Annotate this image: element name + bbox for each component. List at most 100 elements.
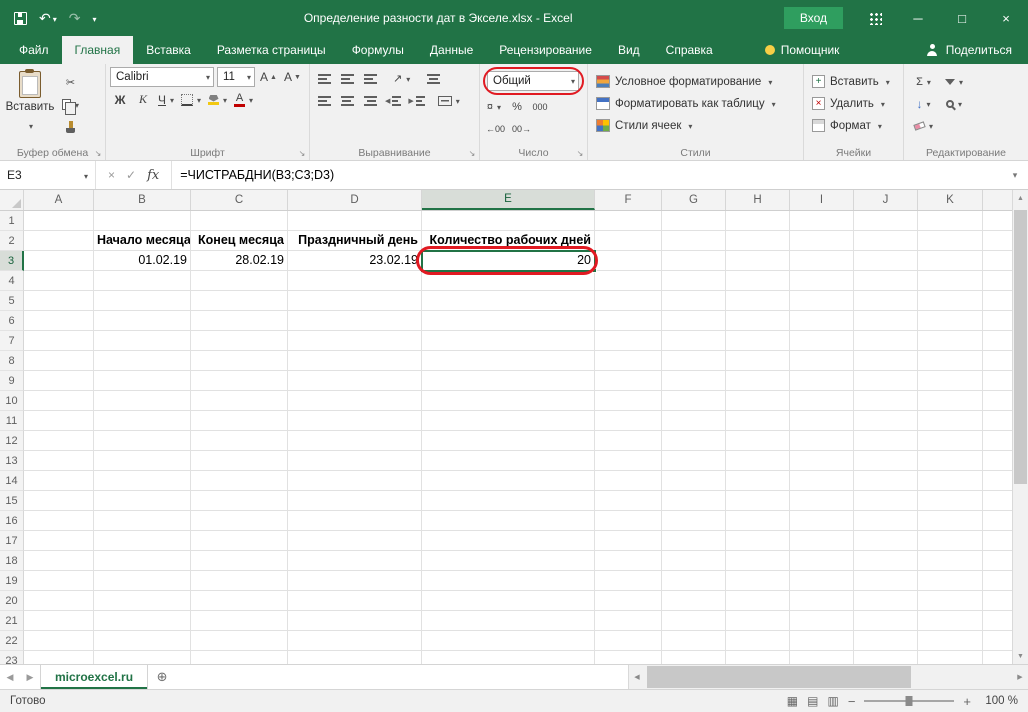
cell-G1[interactable] <box>662 211 726 231</box>
cell-partial-9[interactable] <box>983 371 1012 391</box>
cell-E10[interactable] <box>422 391 595 411</box>
cell-C16[interactable] <box>191 511 288 531</box>
vertical-scrollbar-thumb[interactable] <box>1014 210 1027 485</box>
zoom-slider-thumb[interactable] <box>905 696 913 706</box>
cell-F14[interactable] <box>595 471 662 491</box>
thousands-separator-button[interactable]: 000 <box>530 97 550 116</box>
cancel-button[interactable]: × <box>108 168 115 182</box>
cell-B3[interactable]: 01.02.19 <box>94 251 191 271</box>
decrease-decimal-button[interactable]: 00→ <box>510 119 533 138</box>
expand-formula-bar-icon[interactable]: ▾ <box>1002 161 1028 189</box>
cell-J19[interactable] <box>854 571 918 591</box>
row-header-21[interactable]: 21 <box>0 611 24 631</box>
cell-D8[interactable] <box>288 351 422 371</box>
cell-C10[interactable] <box>191 391 288 411</box>
cell-J1[interactable] <box>854 211 918 231</box>
cell-C5[interactable] <box>191 291 288 311</box>
decrease-font-size-button[interactable]: А ▼ <box>282 68 303 87</box>
row-header-18[interactable]: 18 <box>0 551 24 571</box>
cell-B21[interactable] <box>94 611 191 631</box>
sign-in-button[interactable]: Вход <box>783 7 843 29</box>
paste-button[interactable]: Вставить <box>4 67 56 136</box>
cell-E11[interactable] <box>422 411 595 431</box>
zoom-slider[interactable] <box>864 694 955 708</box>
scroll-down-icon[interactable]: ▼ <box>1013 648 1028 664</box>
cell-C22[interactable] <box>191 631 288 651</box>
cell-J9[interactable] <box>854 371 918 391</box>
cell-F4[interactable] <box>595 271 662 291</box>
row-header-22[interactable]: 22 <box>0 631 24 651</box>
cell-B5[interactable] <box>94 291 191 311</box>
bold-button[interactable]: Ж <box>110 90 130 109</box>
cell-E4[interactable] <box>422 271 595 291</box>
row-header-20[interactable]: 20 <box>0 591 24 611</box>
row-header-19[interactable]: 19 <box>0 571 24 591</box>
cell-A2[interactable] <box>24 231 94 251</box>
cell-C4[interactable] <box>191 271 288 291</box>
cell-E2[interactable]: Количество рабочих дней <box>422 231 595 251</box>
cell-B12[interactable] <box>94 431 191 451</box>
cell-J20[interactable] <box>854 591 918 611</box>
cell-A22[interactable] <box>24 631 94 651</box>
cell-partial-1[interactable] <box>983 211 1012 231</box>
cell-J11[interactable] <box>854 411 918 431</box>
cell-J22[interactable] <box>854 631 918 651</box>
row-header-11[interactable]: 11 <box>0 411 24 431</box>
row-header-13[interactable]: 13 <box>0 451 24 471</box>
cell-D14[interactable] <box>288 471 422 491</box>
cell-I4[interactable] <box>790 271 854 291</box>
cell-F6[interactable] <box>595 311 662 331</box>
cell-F11[interactable] <box>595 411 662 431</box>
cell-G20[interactable] <box>662 591 726 611</box>
cell-C2[interactable]: Конец месяца <box>191 231 288 251</box>
sheet-tab-microexcel[interactable]: microexcel.ru <box>40 665 149 689</box>
cell-K6[interactable] <box>918 311 983 331</box>
cell-J5[interactable] <box>854 291 918 311</box>
cell-G4[interactable] <box>662 271 726 291</box>
cell-G2[interactable] <box>662 231 726 251</box>
cell-I1[interactable] <box>790 211 854 231</box>
cell-A10[interactable] <box>24 391 94 411</box>
row-header-6[interactable]: 6 <box>0 311 24 331</box>
cell-H23[interactable] <box>726 651 790 664</box>
tab-assistant[interactable]: Помощник <box>752 36 853 64</box>
cell-styles-button[interactable]: Стили ячеек <box>592 115 799 136</box>
cell-partial-13[interactable] <box>983 451 1012 471</box>
cell-E22[interactable] <box>422 631 595 651</box>
cell-partial-22[interactable] <box>983 631 1012 651</box>
cell-G10[interactable] <box>662 391 726 411</box>
cell-D22[interactable] <box>288 631 422 651</box>
increase-font-size-button[interactable]: А ▲ <box>258 68 279 87</box>
cell-K13[interactable] <box>918 451 983 471</box>
cell-D6[interactable] <box>288 311 422 331</box>
cell-H2[interactable] <box>726 231 790 251</box>
column-header-B[interactable]: B <box>94 190 191 210</box>
row-header-14[interactable]: 14 <box>0 471 24 491</box>
cell-D1[interactable] <box>288 211 422 231</box>
column-header-H[interactable]: H <box>726 190 790 210</box>
find-select-button[interactable] <box>943 94 965 113</box>
cell-G7[interactable] <box>662 331 726 351</box>
cell-partial-23[interactable] <box>983 651 1012 664</box>
column-header-K[interactable]: K <box>918 190 983 210</box>
cell-B11[interactable] <box>94 411 191 431</box>
enter-button[interactable]: ✓ <box>126 168 136 182</box>
cell-K20[interactable] <box>918 591 983 611</box>
column-header-G[interactable]: G <box>662 190 726 210</box>
cell-K7[interactable] <box>918 331 983 351</box>
font-color-button[interactable]: А <box>232 90 255 109</box>
cell-D3[interactable]: 23.02.19 <box>288 251 422 271</box>
cell-K18[interactable] <box>918 551 983 571</box>
align-center-button[interactable] <box>337 91 357 110</box>
cell-J17[interactable] <box>854 531 918 551</box>
cell-H20[interactable] <box>726 591 790 611</box>
cell-E12[interactable] <box>422 431 595 451</box>
cell-I15[interactable] <box>790 491 854 511</box>
cell-A3[interactable] <box>24 251 94 271</box>
cell-K22[interactable] <box>918 631 983 651</box>
cell-E13[interactable] <box>422 451 595 471</box>
cell-I13[interactable] <box>790 451 854 471</box>
cell-I12[interactable] <box>790 431 854 451</box>
cell-I11[interactable] <box>790 411 854 431</box>
cell-partial-3[interactable] <box>983 251 1012 271</box>
